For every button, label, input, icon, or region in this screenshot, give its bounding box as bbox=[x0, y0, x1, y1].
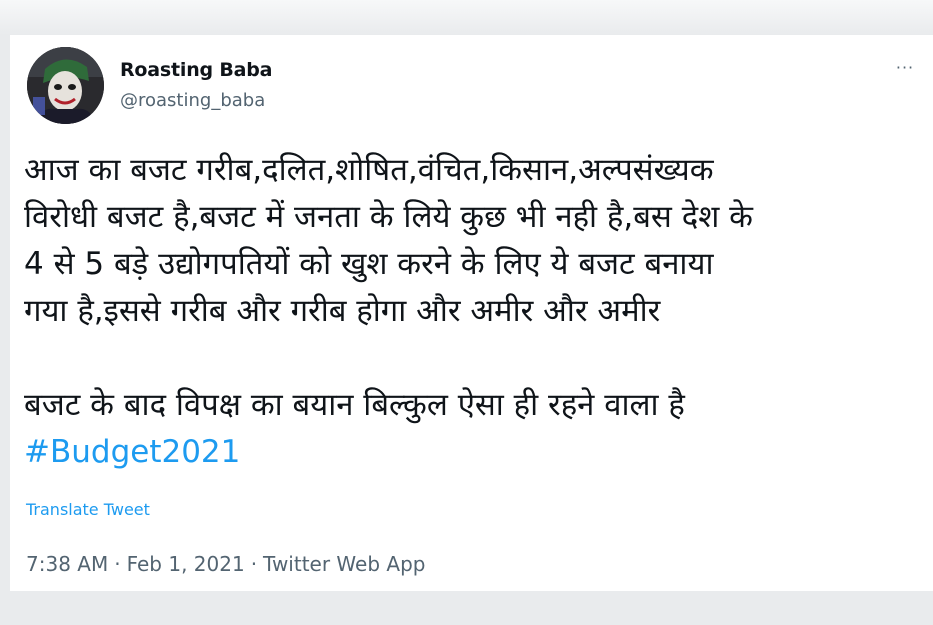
author-display-name[interactable]: Roasting Baba bbox=[120, 59, 272, 81]
more-horizontal-icon[interactable]: ··· bbox=[888, 55, 922, 79]
tweet-source[interactable]: Twitter Web App bbox=[263, 552, 425, 576]
tweet-text-line: आज का बजट गरीब,दलित,शोषित,वंचित,किसान,अल… bbox=[24, 152, 714, 188]
tweet-card: Roasting Baba @roasting_baba ··· आज का ब… bbox=[10, 35, 933, 591]
author-handle[interactable]: @roasting_baba bbox=[120, 90, 265, 111]
joker-avatar-icon[interactable] bbox=[27, 47, 104, 124]
tweet-metadata: 7:38 AM · Feb 1, 2021 · Twitter Web App bbox=[26, 552, 425, 576]
tweet-text-line: विरोधी बजट है,बजट में जनता के लिये कुछ भ… bbox=[24, 199, 753, 235]
tweet-time[interactable]: 7:38 AM bbox=[26, 552, 108, 576]
translate-tweet-link[interactable]: Translate Tweet bbox=[26, 500, 150, 519]
tweet-text-line: बजट के बाद विपक्ष का बयान बिल्कुल ऐसा ही… bbox=[24, 387, 685, 423]
meta-separator: · bbox=[114, 552, 121, 576]
tweet-text: आज का बजट गरीब,दलित,शोषित,वंचित,किसान,अल… bbox=[24, 147, 929, 476]
tweet-date[interactable]: Feb 1, 2021 bbox=[127, 552, 245, 576]
top-backdrop bbox=[0, 0, 933, 35]
bottom-backdrop bbox=[0, 591, 933, 625]
tweet-text-line: गया है,इससे गरीब और गरीब होगा और अमीर और… bbox=[24, 293, 661, 329]
tweet-text-line: 4 से 5 बड़े उद्योगपतियों को खुश करने के … bbox=[24, 246, 714, 282]
meta-separator: · bbox=[250, 552, 258, 576]
hashtag-link[interactable]: #Budget2021 bbox=[24, 429, 929, 476]
